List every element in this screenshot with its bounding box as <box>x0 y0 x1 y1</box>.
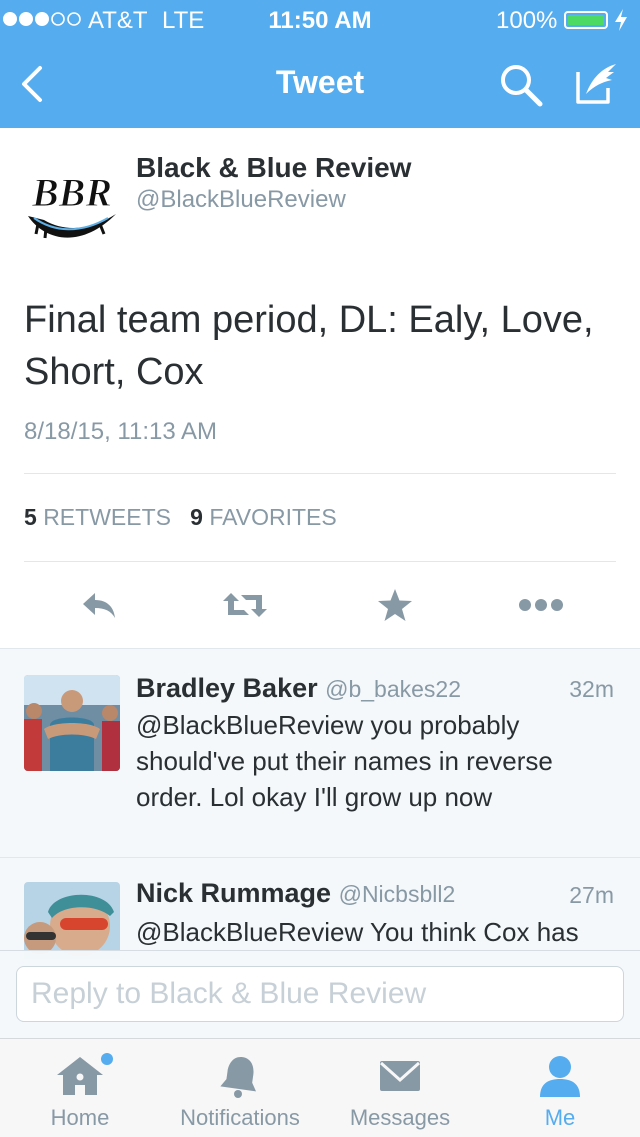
tab-notifications[interactable]: Notifications <box>160 1039 320 1137</box>
reply-avatar[interactable] <box>24 675 120 771</box>
retweet-label: RETWEETS <box>43 504 171 530</box>
reply-time: 32m <box>569 676 614 702</box>
reply-input[interactable] <box>16 966 624 1022</box>
battery-percentage: 100% <box>496 7 558 34</box>
envelope-icon <box>379 1061 421 1091</box>
svg-text:BBR: BBR <box>31 170 112 215</box>
reply-photo <box>24 675 120 771</box>
more-button[interactable] <box>516 580 566 630</box>
retweet-icon <box>223 593 267 617</box>
search-icon <box>501 65 543 107</box>
favorite-count: 9 <box>190 504 203 530</box>
retweet-button[interactable] <box>218 580 272 630</box>
favorite-label: FAVORITES <box>209 504 337 530</box>
bell-icon <box>220 1057 257 1098</box>
more-icon <box>519 599 563 611</box>
reply-text: @BlackBlueReview You think Cox has <box>136 917 579 947</box>
tab-messages[interactable]: Messages <box>320 1039 480 1137</box>
tab-label: Home <box>50 1105 110 1130</box>
top-bar: AT&T LTE 11:50 AM 100% Tweet <box>0 0 640 128</box>
tab-me[interactable]: Me <box>480 1039 640 1137</box>
battery-icon <box>564 11 608 29</box>
reply-author-handle: @Nicbsbll2 <box>338 881 456 907</box>
reply-avatar[interactable] <box>24 882 120 959</box>
replies-list: Bradley Baker @b_bakes22 32m @BlackBlueR… <box>0 648 640 959</box>
reply-author-handle: @b_bakes22 <box>325 676 462 702</box>
retweet-count: 5 <box>24 504 37 530</box>
tab-label: Me <box>544 1105 576 1130</box>
divider <box>24 473 616 474</box>
author-avatar[interactable]: BBR <box>24 154 120 250</box>
compose-button[interactable] <box>572 60 620 108</box>
person-icon <box>540 1056 580 1097</box>
divider <box>24 561 616 562</box>
tweet-text: Final team period, DL: Ealy, Love, Short… <box>24 299 594 393</box>
tweet-timestamp: 8/18/15, 11:13 AM <box>24 418 218 445</box>
home-icon <box>57 1053 113 1095</box>
notification-badge <box>101 1053 113 1065</box>
status-bar: AT&T LTE 11:50 AM 100% <box>0 0 640 40</box>
reply-author[interactable]: Bradley Baker @b_bakes22 <box>136 673 461 704</box>
compose-icon <box>576 64 616 104</box>
reply-time: 27m <box>569 882 614 908</box>
author-handle[interactable]: @BlackBlueReview <box>136 186 346 214</box>
author-name[interactable]: Black & Blue Review <box>136 152 411 184</box>
reply-author-name: Nick Rummage <box>136 878 332 908</box>
reply-photo <box>24 882 120 959</box>
reply-author[interactable]: Nick Rummage @Nicbsbll2 <box>136 878 455 909</box>
reply-text: @BlackBlueReview you probably should've … <box>136 710 553 812</box>
favorite-stat[interactable]: 9 FAVORITES <box>190 504 337 530</box>
reply-author-name: Bradley Baker <box>136 673 318 703</box>
bbr-logo: BBR <box>24 154 120 250</box>
tab-label: Notifications <box>180 1105 300 1130</box>
retweet-stat[interactable]: 5 RETWEETS <box>24 504 171 530</box>
navigation-bar: Tweet <box>0 40 640 128</box>
star-icon <box>378 589 412 621</box>
reply-composer <box>0 950 640 1039</box>
reply-icon <box>83 593 115 618</box>
reply-button[interactable] <box>74 580 124 630</box>
tab-home[interactable]: Home <box>0 1039 160 1137</box>
favorite-button[interactable] <box>372 580 418 630</box>
charging-icon <box>614 8 628 39</box>
tweet-actions <box>0 580 640 630</box>
reply-item[interactable]: Bradley Baker @b_bakes22 32m @BlackBlueR… <box>0 649 640 857</box>
search-button[interactable] <box>498 62 544 108</box>
tweet-stats: 5 RETWEETS 9 FAVORITES <box>24 504 337 531</box>
reply-item[interactable]: Nick Rummage @Nicbsbll2 27m @BlackBlueRe… <box>0 858 640 959</box>
page-title: Tweet <box>275 64 365 100</box>
tab-label: Messages <box>349 1105 451 1130</box>
tab-bar: Home Notifications Messages Me <box>0 1038 640 1137</box>
